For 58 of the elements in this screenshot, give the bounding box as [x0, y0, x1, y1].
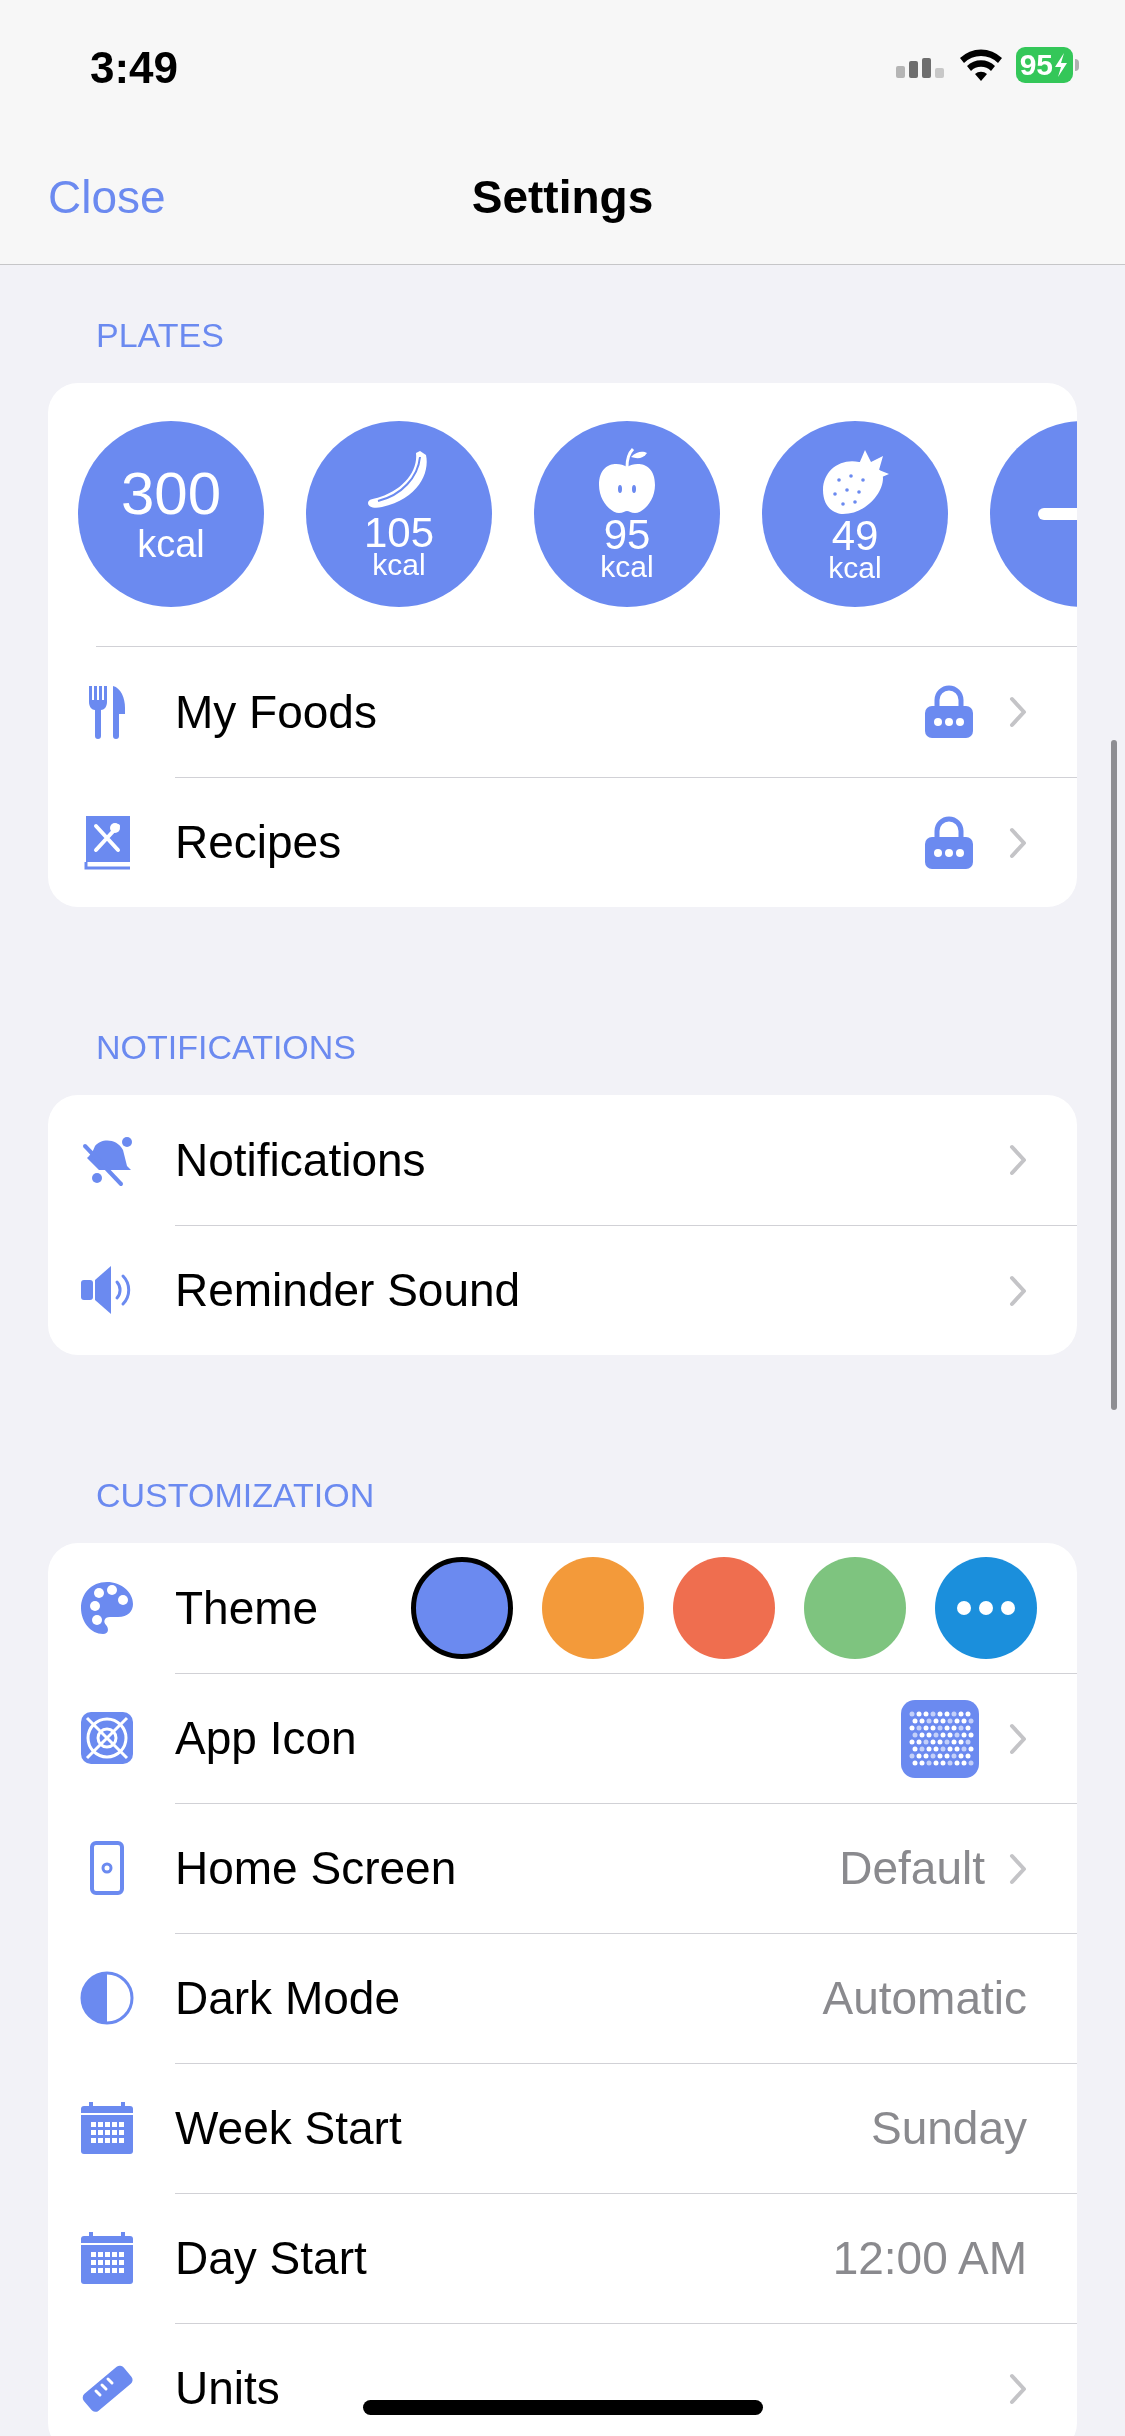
- row-value: 12:00 AM: [832, 2231, 1027, 2286]
- row-label: Reminder Sound: [175, 1263, 521, 1318]
- row-label: Home Screen: [175, 1841, 457, 1896]
- row-label: My Foods: [175, 684, 377, 740]
- settings-row[interactable]: App Icon: [48, 1673, 1077, 1803]
- settings-row[interactable]: Reminder Sound: [48, 1225, 1077, 1355]
- row-label: Notifications: [175, 1132, 426, 1188]
- settings-row[interactable]: Day Start 12:00 AM: [48, 2193, 1077, 2323]
- nav-title: Settings: [471, 169, 654, 225]
- chevron-icon: [1009, 1144, 1027, 1176]
- settings-row[interactable]: Recipes: [48, 777, 1077, 907]
- calendar-icon: [79, 2100, 135, 2156]
- chevron-icon: [1009, 1722, 1027, 1755]
- plate-unit: kcal: [137, 524, 205, 564]
- plate-calories: 105: [363, 515, 435, 551]
- book-icon: [82, 814, 132, 870]
- battery-indicator: 95: [1015, 47, 1073, 83]
- more-icon: [956, 1601, 1016, 1615]
- wifi-icon: [957, 47, 1004, 83]
- settings-row[interactable]: Week Start Sunday: [48, 2063, 1077, 2193]
- section-header: CUSTOMIZATION: [95, 1475, 375, 1515]
- row-label: Dark Mode: [175, 1971, 400, 2026]
- settings-row[interactable]: Home Screen Default: [48, 1803, 1077, 1933]
- row-label: Day Start: [175, 2231, 367, 2286]
- plate-unit: kcal: [600, 553, 654, 581]
- calendar-icon: [79, 2230, 135, 2286]
- palette-icon: [79, 1580, 135, 1636]
- row-label: Week Start: [175, 2101, 402, 2156]
- chevron-icon: [1009, 2372, 1027, 2405]
- status-time: 3:49: [90, 42, 179, 90]
- chevron-icon: [1009, 1274, 1027, 1307]
- settings-row[interactable]: Dark Mode Automatic: [48, 1933, 1077, 2063]
- row-value: Automatic: [822, 1971, 1027, 2026]
- lock-icon: [923, 684, 975, 740]
- fork-knife-icon: [87, 684, 127, 740]
- section-header: PLATES: [95, 315, 224, 355]
- row-label: Recipes: [175, 815, 342, 870]
- settings-row[interactable]: Theme: [48, 1543, 1077, 1673]
- grid-target-icon: [79, 1710, 135, 1766]
- row-label: Units: [175, 2361, 280, 2416]
- settings-row[interactable]: Notifications: [48, 1095, 1077, 1225]
- row-label: App Icon: [175, 1711, 357, 1766]
- plate-calories: 300: [120, 464, 222, 524]
- row-value: Default: [839, 1841, 985, 1896]
- row-value: Sunday: [871, 2101, 1027, 2156]
- row-label: Theme: [175, 1580, 319, 1636]
- chevron-icon: [1009, 696, 1027, 728]
- plate-calories: 95: [603, 517, 651, 553]
- plate-calories: 49: [831, 518, 879, 554]
- phone-icon: [87, 1840, 127, 1896]
- half-circle-icon: [79, 1970, 135, 2026]
- plate-unit: kcal: [372, 551, 426, 579]
- chevron-icon: [1009, 826, 1027, 859]
- chevron-icon: [1009, 1852, 1027, 1885]
- plate-unit: kcal: [828, 554, 882, 582]
- lock-icon: [923, 814, 975, 871]
- settings-row[interactable]: My Foods: [48, 647, 1077, 777]
- section-header: NOTIFICATIONS: [95, 1027, 357, 1067]
